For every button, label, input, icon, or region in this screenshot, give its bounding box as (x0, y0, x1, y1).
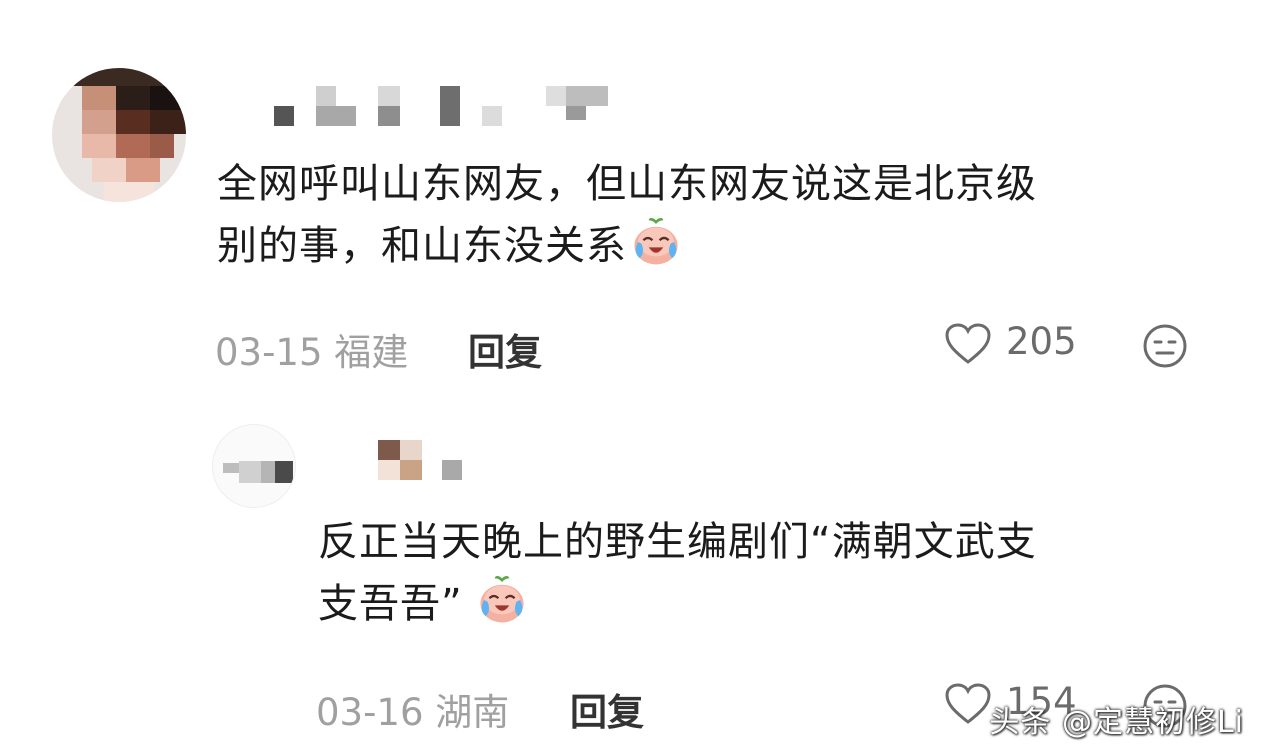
crying-laughing-peach-emoji (480, 576, 524, 623)
reply-button[interactable]: 回复 (468, 322, 542, 376)
crying-laughing-peach-emoji (634, 218, 678, 265)
reply-button[interactable]: 回复 (570, 682, 644, 736)
like-count: 205 (1006, 320, 1077, 363)
comment-line: 全网呼叫山东网友，但山东网友说这是北京级 (217, 161, 1037, 207)
comment-location: 福建 (334, 331, 409, 374)
heart-outline-icon[interactable] (944, 322, 992, 366)
comment-meta: 03-15 福建 (215, 322, 408, 376)
comment-date: 03-16 (316, 691, 424, 734)
avatar[interactable] (52, 68, 186, 202)
watermark: 头条 @定慧初修Li (989, 705, 1244, 740)
comment-text: 全网呼叫山东网友，但山东网友说这是北京级 别的事，和山东没关系 (217, 154, 1217, 277)
neutral-face-icon[interactable] (1142, 323, 1188, 369)
comment-meta: 03-16 湖南 (316, 682, 509, 736)
comment-line: 别的事，和山东没关系 (217, 215, 1217, 277)
avatar[interactable] (212, 424, 296, 508)
heart-outline-icon[interactable] (944, 682, 992, 726)
comment-date: 03-15 (215, 331, 323, 374)
comment-line: 反正当天晚上的野生编剧们“满朝文武支 (318, 519, 1037, 565)
comment-location: 湖南 (435, 691, 510, 734)
comment-line: 支吾吾” (318, 573, 1218, 635)
comment-text: 反正当天晚上的野生编剧们“满朝文武支 支吾吾” (318, 512, 1218, 635)
